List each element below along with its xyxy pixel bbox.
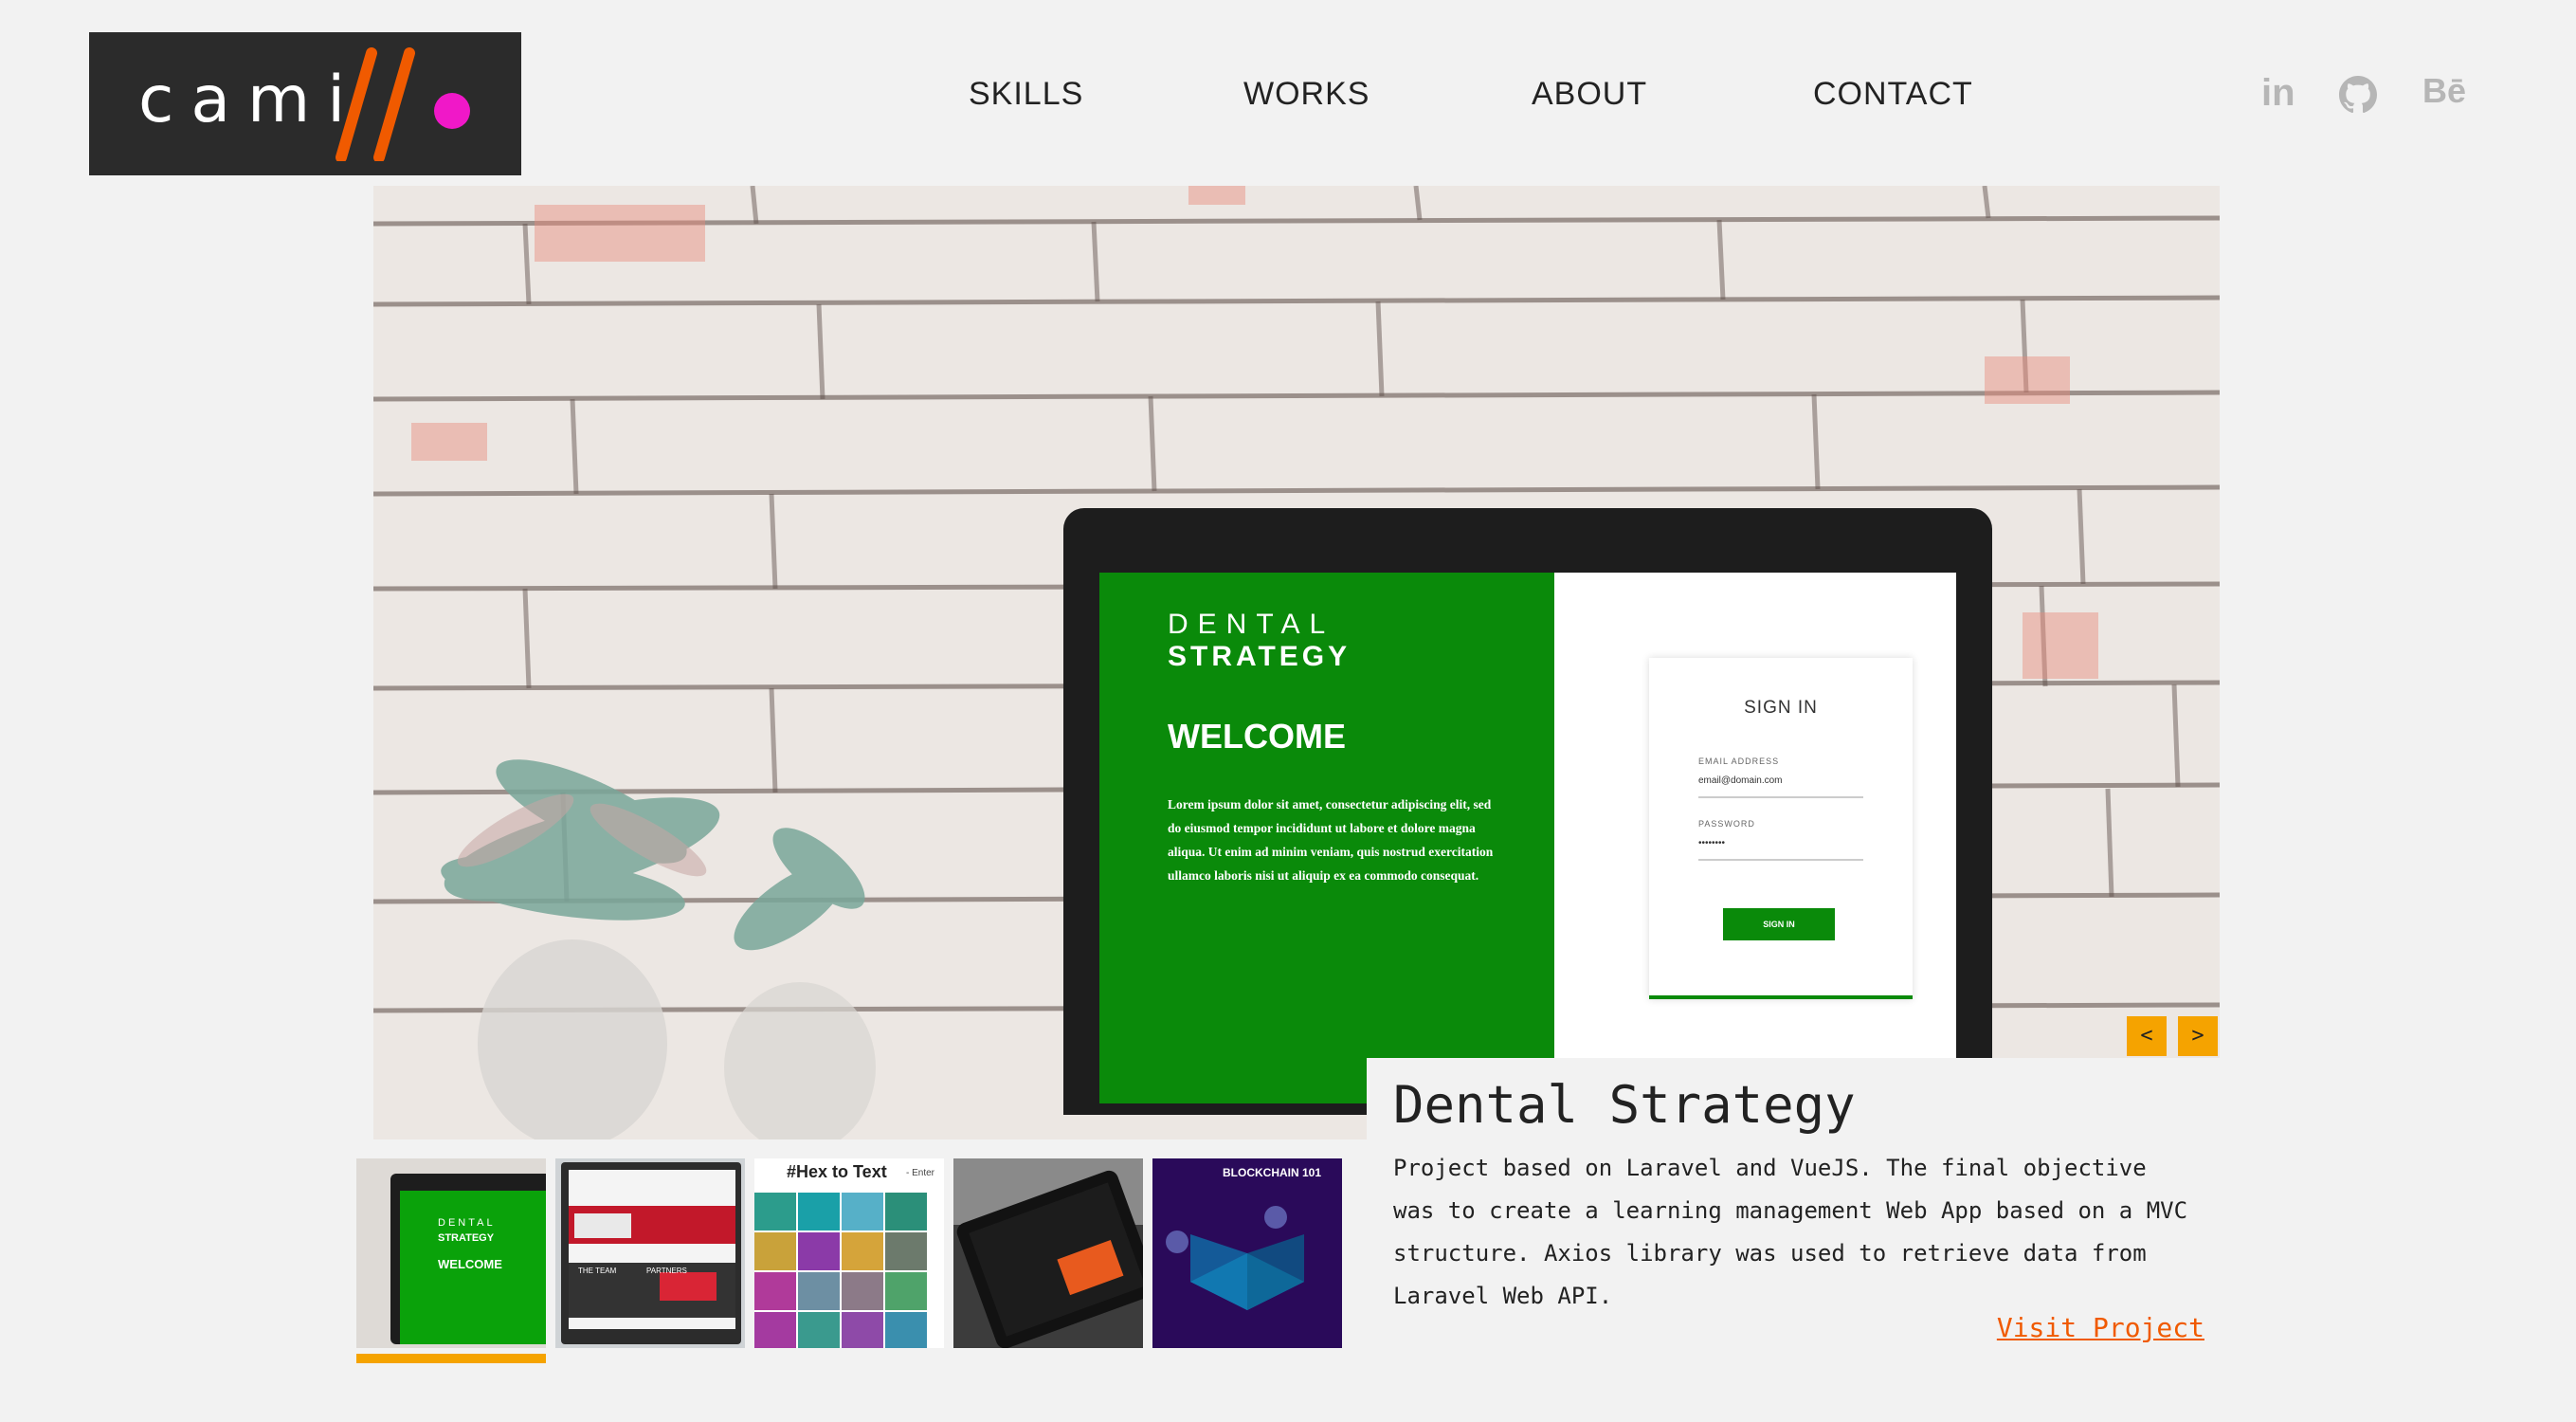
screen-welcome: WELCOME — [1168, 717, 1346, 756]
thumbnail-hex-to-text[interactable]: #Hex to Text - Enter — [754, 1158, 944, 1348]
screen-left-panel: DENTAL STRATEGY WELCOME Lorem ipsum dolo… — [1099, 573, 1554, 1103]
thumb5-title: BLOCKCHAIN 101 — [1223, 1166, 1322, 1179]
next-arrow-button[interactable]: > — [2178, 1016, 2218, 1056]
github-icon[interactable] — [2339, 76, 2377, 114]
hero-image: DENTAL STRATEGY WELCOME Lorem ipsum dolo… — [373, 186, 2220, 1139]
nav-about[interactable]: ABOUT — [1532, 78, 1647, 110]
thumb3-subtitle: - Enter — [906, 1168, 935, 1178]
project-info-panel: Dental Strategy Project based on Laravel… — [1367, 1058, 2220, 1375]
signin-title: SIGN IN — [1744, 698, 1818, 718]
visit-project-link[interactable]: Visit Project — [1997, 1312, 2204, 1343]
email-label: EMAIL ADDRESS — [1698, 757, 1780, 766]
screen-lorem: Lorem ipsum dolor sit amet, consectetur … — [1168, 797, 1494, 883]
logo-slashes-icon — [336, 47, 415, 161]
logo-dot-icon — [434, 93, 470, 129]
nav-works[interactable]: WORKS — [1243, 78, 1370, 110]
thumb1-welcome: WELCOME — [438, 1257, 502, 1271]
logo[interactable]: cami — [89, 32, 521, 175]
password-underline — [1698, 859, 1863, 861]
thumbnail-blockchain[interactable]: BLOCKCHAIN 101 — [1152, 1158, 1342, 1348]
prev-arrow-button[interactable]: < — [2127, 1016, 2167, 1056]
thumb2-partners: PARTNERS — [646, 1267, 687, 1275]
nav-contact[interactable]: CONTACT — [1813, 78, 1973, 110]
password-label: PASSWORD — [1698, 819, 1755, 829]
behance-icon[interactable]: Bē — [2422, 74, 2466, 108]
signin-card: SIGN IN EMAIL ADDRESS email@domain.com P… — [1649, 658, 1913, 999]
thumbnail-tablet[interactable] — [953, 1158, 1143, 1348]
email-underline — [1698, 796, 1863, 798]
linkedin-icon[interactable]: in — [2261, 74, 2295, 112]
screen-right-panel: SIGN IN EMAIL ADDRESS email@domain.com P… — [1554, 573, 1956, 1103]
thumb3-title: #Hex to Text — [787, 1162, 887, 1181]
project-description: Project based on Laravel and VueJS. The … — [1393, 1155, 2188, 1309]
email-value: email@domain.com — [1698, 775, 1783, 786]
signin-button: SIGN IN — [1723, 908, 1835, 940]
main-nav: SKILLS WORKS ABOUT CONTACT — [948, 78, 2009, 125]
logo-text: cami — [138, 63, 363, 137]
thumb1-brand-top: DENTAL — [438, 1217, 496, 1229]
thumbnail-partners[interactable]: THE TEAM PARTNERS — [555, 1158, 745, 1348]
thumbnail-dental-strategy[interactable]: DENTAL STRATEGY WELCOME — [356, 1158, 546, 1348]
thumb2-team: THE TEAM — [578, 1267, 617, 1275]
screen-brand-top: DENTAL — [1168, 609, 1335, 640]
nav-skills[interactable]: SKILLS — [969, 78, 1083, 110]
social-links: in Bē — [2256, 74, 2483, 121]
screen-brand-bottom: STRATEGY — [1168, 641, 1351, 672]
password-value: •••••••• — [1698, 838, 1726, 848]
project-title: Dental Strategy — [1393, 1075, 1856, 1135]
laptop-mockup: DENTAL STRATEGY WELCOME Lorem ipsum dolo… — [1063, 508, 1992, 1115]
thumbnail-strip: DENTAL STRATEGY WELCOME THE TEAM PARTNER… — [356, 1158, 1361, 1363]
thumb1-brand-bottom: STRATEGY — [438, 1232, 495, 1244]
active-thumbnail-indicator — [356, 1354, 546, 1363]
